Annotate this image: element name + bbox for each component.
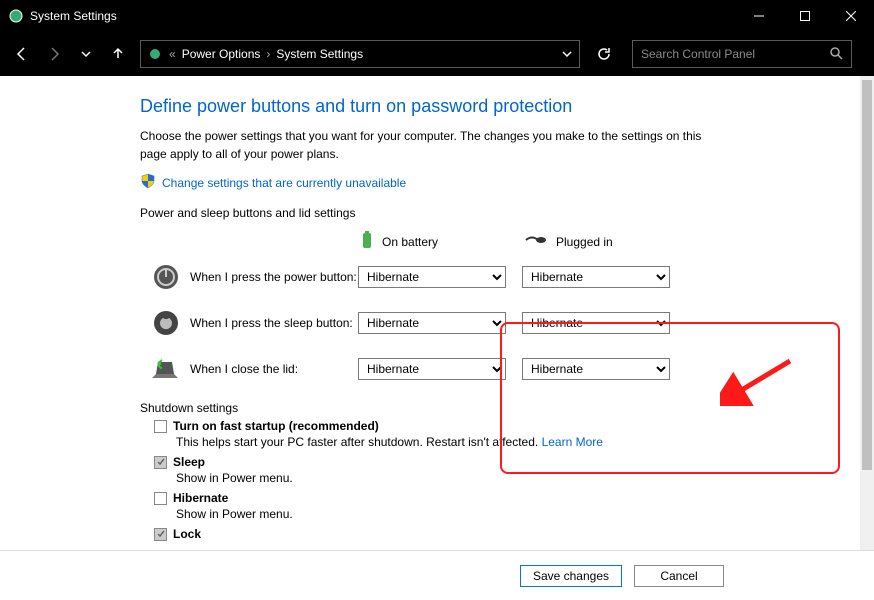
row-label-power: When I press the power button: — [190, 270, 358, 284]
save-button[interactable]: Save changes — [520, 565, 622, 587]
section-header-shutdown: Shutdown settings — [140, 401, 820, 415]
page-heading: Define power buttons and turn on passwor… — [140, 96, 820, 117]
cancel-button[interactable]: Cancel — [634, 565, 724, 587]
chevron-right-icon: › — [266, 47, 270, 61]
search-box[interactable] — [632, 40, 852, 68]
breadcrumb-item[interactable]: System Settings — [276, 47, 363, 61]
page-description: Choose the power settings that you want … — [140, 127, 720, 163]
col-header-battery: On battery — [382, 235, 438, 249]
breadcrumb-sep-icon: « — [169, 47, 176, 61]
sleep-desc: Show in Power menu. — [176, 471, 820, 485]
search-input[interactable] — [641, 47, 829, 61]
forward-button[interactable] — [38, 38, 70, 70]
scrollbar-thumb[interactable] — [862, 80, 872, 470]
lid-battery-select[interactable]: Hibernate — [358, 358, 506, 380]
plug-icon — [524, 233, 548, 250]
admin-settings-link[interactable]: Change settings that are currently unava… — [162, 176, 406, 190]
sleep-plugged-select[interactable]: Hibernate — [522, 312, 670, 334]
lock-checkbox[interactable] — [154, 528, 167, 541]
shield-icon — [140, 173, 156, 192]
location-icon — [147, 46, 163, 62]
section-header-buttons: Power and sleep buttons and lid settings — [140, 206, 820, 220]
sleep-checkbox[interactable] — [154, 456, 167, 469]
navbar: « Power Options › System Settings — [0, 32, 874, 76]
lock-label: Lock — [173, 527, 201, 541]
content-area: Define power buttons and turn on passwor… — [0, 76, 860, 550]
close-button[interactable] — [828, 0, 874, 32]
address-bar[interactable]: « Power Options › System Settings — [140, 40, 580, 68]
learn-more-link[interactable]: Learn More — [542, 435, 603, 449]
hibernate-desc: Show in Power menu. — [176, 507, 820, 521]
row-label-sleep: When I press the sleep button: — [190, 316, 358, 330]
chevron-down-icon[interactable] — [561, 48, 573, 60]
titlebar: System Settings — [0, 0, 874, 32]
col-header-plugged: Plugged in — [556, 235, 613, 249]
power-button-icon — [152, 263, 180, 291]
row-label-lid: When I close the lid: — [190, 362, 358, 376]
vertical-scrollbar[interactable] — [860, 76, 874, 550]
app-icon — [8, 8, 24, 24]
power-battery-select[interactable]: Hibernate — [358, 266, 506, 288]
sleep-battery-select[interactable]: Hibernate — [358, 312, 506, 334]
fast-startup-checkbox[interactable] — [154, 420, 167, 433]
sleep-button-icon — [152, 309, 180, 337]
minimize-button[interactable] — [736, 0, 782, 32]
fast-startup-desc: This helps start your PC faster after sh… — [176, 435, 538, 449]
history-dropdown[interactable] — [70, 38, 102, 70]
search-icon[interactable] — [829, 46, 843, 63]
fast-startup-label: Turn on fast startup (recommended) — [173, 419, 379, 433]
window-title: System Settings — [30, 9, 117, 23]
breadcrumb-item[interactable]: Power Options — [182, 47, 261, 61]
sleep-label: Sleep — [173, 455, 205, 469]
maximize-button[interactable] — [782, 0, 828, 32]
hibernate-label: Hibernate — [173, 491, 228, 505]
lid-icon — [152, 355, 180, 383]
lid-plugged-select[interactable]: Hibernate — [522, 358, 670, 380]
battery-icon — [360, 230, 374, 253]
refresh-button[interactable] — [586, 40, 622, 68]
power-plugged-select[interactable]: Hibernate — [522, 266, 670, 288]
up-button[interactable] — [102, 38, 134, 70]
back-button[interactable] — [6, 38, 38, 70]
hibernate-checkbox[interactable] — [154, 492, 167, 505]
bottom-bar: Save changes Cancel — [0, 550, 874, 600]
